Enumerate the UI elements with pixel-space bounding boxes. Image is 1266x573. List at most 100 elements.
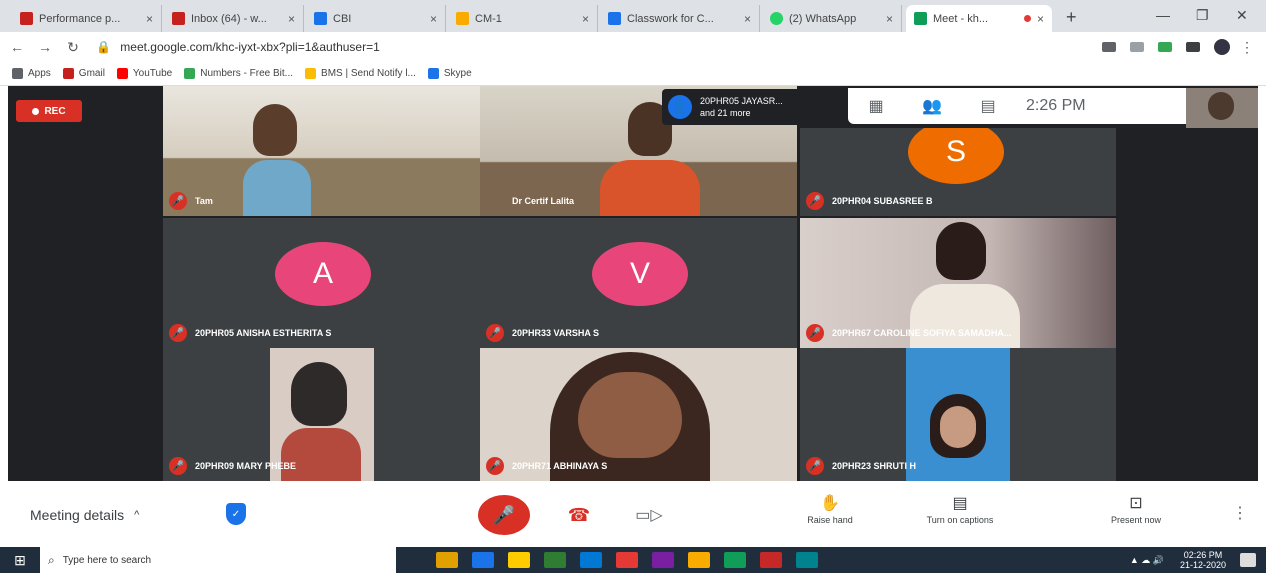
tab-inbox[interactable]: Inbox (64) - w... × <box>164 5 304 32</box>
meeting-details-button[interactable]: Meeting details ^ <box>30 507 139 523</box>
camera-toggle-button[interactable]: ▭▷ <box>632 501 666 529</box>
bookmark-youtube[interactable]: YouTube <box>116 68 173 79</box>
close-window-icon[interactable]: ✕ <box>1236 7 1248 24</box>
browser-menu-icon[interactable]: ⋮ <box>1240 39 1254 56</box>
person-icon: 👤 <box>668 95 692 119</box>
bookmark-gmail[interactable]: Gmail <box>62 68 105 79</box>
participant-tile[interactable]: S 🎤 20PHR04 SUBASREE B <box>800 128 1116 216</box>
close-icon[interactable]: × <box>582 12 589 26</box>
tray-icons[interactable]: ▲ ☁ 🔊 <box>1130 555 1164 566</box>
bookmark-label: Gmail <box>78 68 105 79</box>
youtube-icon <box>116 68 128 79</box>
windows-start-button[interactable]: ⊞ <box>0 547 40 573</box>
participant-body <box>600 160 700 216</box>
participant-head <box>936 222 986 280</box>
present-icon: ⊡ <box>1129 495 1143 512</box>
taskbar-app-icon[interactable] <box>760 552 782 568</box>
participant-name: 🎤 20PHR04 SUBASREE B <box>806 192 933 210</box>
maximize-icon[interactable]: ❐ <box>1196 7 1209 24</box>
record-dot-icon <box>32 107 40 115</box>
close-icon[interactable]: × <box>886 12 893 26</box>
people-icon[interactable]: 👥 <box>904 96 960 116</box>
taskbar-app-icon[interactable] <box>688 552 710 568</box>
self-view-tile[interactable] <box>1186 88 1258 128</box>
taskbar-app-icon[interactable] <box>616 552 638 568</box>
participant-tile[interactable]: 🎤 20PHR23 SHRUTI H <box>800 348 1116 481</box>
bookmark-label: YouTube <box>132 68 173 79</box>
tab-title: Meet - kh... <box>933 12 989 25</box>
phone-icon: ☎ <box>567 504 591 525</box>
close-icon[interactable]: × <box>146 12 153 26</box>
taskbar-search[interactable]: ⌕ Type here to search <box>40 547 396 573</box>
tab-cbi[interactable]: CBI × <box>306 5 446 32</box>
tab-whatsapp[interactable]: (2) WhatsApp × <box>762 5 902 32</box>
chip-more: and 21 more <box>700 108 751 118</box>
meeting-details-label: Meeting details <box>30 507 125 523</box>
minimize-icon[interactable]: — <box>1156 7 1170 23</box>
taskbar-app-icon[interactable] <box>580 552 602 568</box>
extension-icon[interactable] <box>1158 42 1172 52</box>
chat-icon[interactable]: ▤ <box>960 96 1016 116</box>
present-now-button[interactable]: ⊡ Present now <box>1086 493 1186 525</box>
name-label: 20PHR05 ANISHA ESTHERITA S <box>195 328 332 338</box>
new-tab-button[interactable]: + <box>1066 7 1077 28</box>
participant-tile[interactable]: 🎤 20PHR71 ABHINAYA S <box>480 348 797 481</box>
layout-icon[interactable]: ▦ <box>848 96 904 116</box>
profile-avatar[interactable] <box>1214 39 1230 55</box>
bookmark-skype[interactable]: Skype <box>427 68 472 79</box>
captions-icon: ▤ <box>952 495 968 512</box>
forward-icon[interactable]: → <box>34 39 56 55</box>
close-icon[interactable]: × <box>430 12 437 26</box>
extension-icon[interactable] <box>1186 42 1200 52</box>
address-bar: ← → ↻ 🔒 meet.google.com/khc-iyxt-xbx?pli… <box>0 32 1266 62</box>
close-icon[interactable]: × <box>1037 12 1044 26</box>
taskbar-app-icon[interactable] <box>436 552 458 568</box>
bookmark-apps[interactable]: Apps <box>12 68 51 79</box>
participant-tile[interactable]: 🎤 20PHR67 CAROLINE SOFIYA SAMADHA... <box>800 218 1116 348</box>
captions-label: Turn on captions <box>926 515 994 525</box>
taskbar-app-icon[interactable] <box>544 552 566 568</box>
taskbar-clock[interactable]: 02:26 PM 21-12-2020 <box>1180 550 1226 570</box>
raise-hand-button[interactable]: ✋ Raise hand <box>780 493 880 525</box>
recording-badge: REC <box>16 100 82 122</box>
shield-icon[interactable]: ✓ <box>226 503 246 525</box>
participant-body <box>243 160 311 216</box>
avatar-letter: A <box>312 257 333 290</box>
taskbar-app-icon[interactable] <box>652 552 674 568</box>
meet-icon <box>914 12 927 25</box>
apps-grid-icon <box>12 68 23 79</box>
gmail-icon <box>20 12 33 25</box>
star-icon[interactable] <box>1130 42 1144 52</box>
url-field[interactable]: 🔒 meet.google.com/khc-iyxt-xbx?pli=1&aut… <box>96 40 1088 54</box>
tab-meet[interactable]: Meet - kh... × <box>906 5 1052 32</box>
participant-tile[interactable]: 🎤 20PHR09 MARY PHEBE <box>163 348 480 481</box>
back-icon[interactable]: ← <box>6 39 28 55</box>
folder-icon <box>305 68 317 79</box>
tab-title: (2) WhatsApp <box>789 12 857 25</box>
mic-off-icon: 🎤 <box>492 504 516 525</box>
participant-tile[interactable]: V 🎤 20PHR33 VARSHA S <box>480 218 797 348</box>
taskbar-app-icon[interactable] <box>472 552 494 568</box>
taskbar-app-icon[interactable] <box>796 552 818 568</box>
bookmark-bms[interactable]: BMS | Send Notify l... <box>305 68 416 79</box>
camera-permission-icon[interactable] <box>1102 42 1116 52</box>
more-options-icon[interactable]: ⋮ <box>1232 503 1248 523</box>
classroom-icon <box>608 12 621 25</box>
participant-tile[interactable]: A 🎤 20PHR05 ANISHA ESTHERITA S <box>163 218 480 348</box>
reload-icon[interactable]: ↻ <box>62 39 84 56</box>
notification-icon[interactable] <box>1240 553 1256 567</box>
hang-up-button[interactable]: ☎ <box>562 501 596 529</box>
mic-toggle-button[interactable]: 🎤 <box>478 495 530 535</box>
participant-tile[interactable]: 🎤 Tam <box>163 86 480 216</box>
taskbar-app-icon[interactable] <box>508 552 530 568</box>
captions-button[interactable]: ▤ Turn on captions <box>910 493 1010 525</box>
close-icon[interactable]: × <box>288 12 295 26</box>
tab-performance[interactable]: Performance p... × <box>12 5 162 32</box>
present-label: Present now <box>1110 515 1162 525</box>
participants-chip[interactable]: 👤 20PHR05 JAYASR... and 21 more <box>662 89 848 125</box>
bookmark-numbers[interactable]: Numbers - Free Bit... <box>184 68 293 79</box>
close-icon[interactable]: × <box>744 12 751 26</box>
tab-cm1[interactable]: CM-1 × <box>448 5 598 32</box>
taskbar-app-icon[interactable] <box>724 552 746 568</box>
tab-classwork[interactable]: Classwork for C... × <box>600 5 760 32</box>
